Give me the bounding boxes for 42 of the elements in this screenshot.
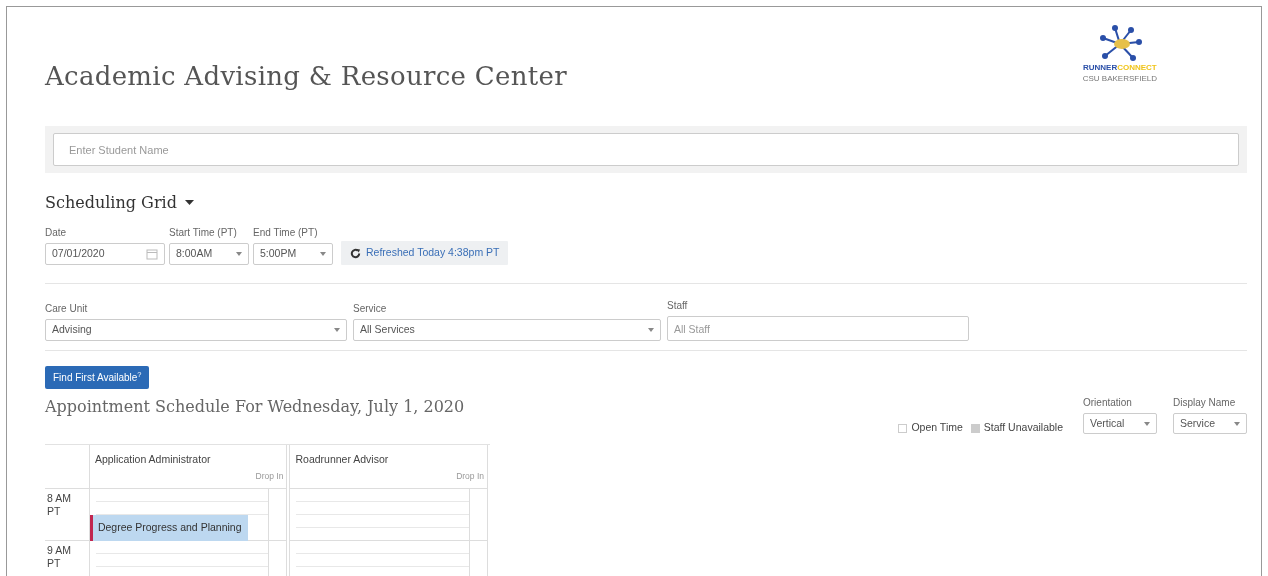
logo-text: CONNECT <box>1117 63 1157 72</box>
dropdown-arrow-icon <box>1234 421 1240 426</box>
page-title: Academic Advising & Resource Center <box>45 60 567 93</box>
field-label: Staff <box>667 299 689 313</box>
drop-in-label: Drop In <box>255 470 284 483</box>
time-select[interactable]: 8:00AM <box>169 243 249 265</box>
schedule-title: Appointment Schedule For Wednesday, July 1, 2020 <box>45 396 465 418</box>
filter-select[interactable]: All Services <box>353 319 661 341</box>
field-label: Date <box>45 226 68 240</box>
option-select[interactable]: Vertical <box>1083 413 1157 434</box>
hour-label: 8 AM PT <box>46 491 72 520</box>
staff-column-header: Application Administrator <box>93 452 212 467</box>
field-label: End Time (PT) <box>253 226 319 240</box>
dropdown-arrow-icon <box>1144 421 1150 426</box>
field-label: Start Time (PT) <box>169 226 238 240</box>
refresh-button[interactable]: Refreshed Today 4:38pm PT <box>341 241 509 265</box>
field-label: Service <box>353 302 388 316</box>
option-select[interactable]: Service <box>1173 413 1247 434</box>
drop-in-label: Drop In <box>456 470 484 483</box>
dropdown-arrow-icon <box>648 328 654 332</box>
field-label: Display Name <box>1173 396 1237 410</box>
time-select[interactable]: 5:00PM <box>253 243 333 265</box>
logo-text: RUNNER <box>1082 63 1118 72</box>
legend-label: Open Time <box>911 420 963 436</box>
dropdown-arrow-icon <box>236 252 242 256</box>
staff-column-header: Roadrunner Advisor <box>294 452 390 467</box>
filter-select[interactable]: Advising <box>45 319 347 341</box>
caret-icon[interactable] <box>184 200 194 206</box>
date-field[interactable]: 07/01/2020 <box>45 243 165 265</box>
legend-label: Staff Unavailable <box>983 420 1063 436</box>
dropdown-arrow-icon <box>334 328 340 332</box>
dropdown-arrow-icon <box>320 252 326 256</box>
hour-label: 9 AM PT <box>46 543 72 572</box>
section-title: Scheduling Grid <box>45 192 177 214</box>
logo-subtitle: CSU BAKERSFIELD <box>1082 73 1157 85</box>
staff-field[interactable]: All Staff <box>667 316 969 341</box>
field-label: Care Unit <box>45 302 89 316</box>
appointment-block[interactable]: Degree Progress and Planning <box>89 515 248 541</box>
field-label: Orientation <box>1083 396 1133 410</box>
refresh-icon <box>350 247 361 259</box>
student-search-field[interactable]: Enter Student Name <box>53 133 1239 166</box>
find-first-available-button[interactable]: Find First Available$^{?}$ <box>45 366 150 389</box>
